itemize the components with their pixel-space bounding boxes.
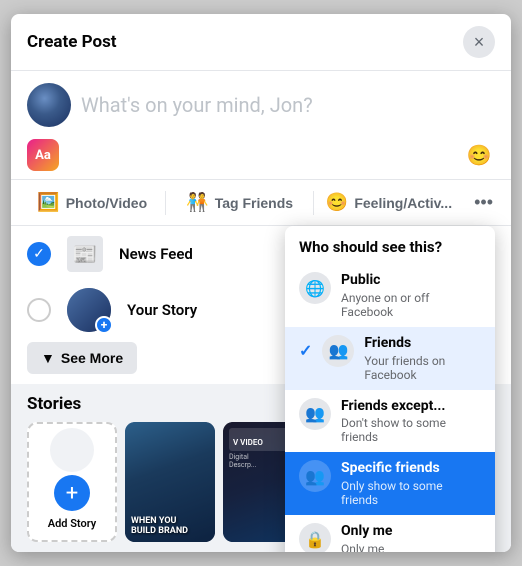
only-me-text: Only me Only me — [341, 523, 481, 552]
feeling-button[interactable]: 😊 Feeling/Activ... — [314, 184, 464, 221]
friends-text: Friends Your friends on Facebook — [364, 335, 481, 382]
specific-friends-text: Specific friends Only show to some frien… — [341, 460, 481, 507]
close-icon: × — [474, 32, 485, 53]
friends-except-subtitle: Don't show to some friends — [341, 416, 481, 444]
specific-friends-icon: 👥 — [299, 460, 331, 492]
friends-except-icon: 👥 — [299, 398, 331, 430]
public-text: Public Anyone on or off Facebook — [341, 272, 481, 319]
news-feed-label: News Feed — [119, 245, 193, 263]
emoji-icon: 😊 — [467, 143, 492, 167]
photo-label: Photo/Video — [66, 195, 147, 211]
photo-icon: 🖼️ — [37, 192, 59, 213]
news-feed-icon: 📰 — [67, 236, 103, 272]
friends-except-text: Friends except... Don't show to some fri… — [341, 398, 481, 445]
story-1-text: WHEN YOUBUILD BRAND — [131, 516, 188, 536]
story-avatar: + — [67, 288, 111, 332]
add-story-card[interactable]: + Add Story — [27, 422, 117, 542]
friends-icon-dp: 👥 — [322, 335, 354, 367]
only-me-title: Only me — [341, 523, 481, 540]
dropdown-item-only-me[interactable]: 🔒 Only me Only me — [285, 515, 495, 552]
app-icon-text: Aa — [35, 148, 51, 163]
feed-icon-symbol: 📰 — [73, 242, 98, 266]
post-input-area: What's on your mind, Jon? — [11, 71, 511, 139]
post-placeholder[interactable]: What's on your mind, Jon? — [81, 93, 495, 117]
photo-video-button[interactable]: 🖼️ Photo/Video — [19, 184, 165, 221]
dropdown-item-friends[interactable]: ✓ 👥 Friends Your friends on Facebook — [285, 327, 495, 390]
add-story-label: Add Story — [48, 517, 96, 530]
modal-title: Create Post — [27, 32, 117, 52]
news-feed-checkbox[interactable]: ✓ — [27, 242, 51, 266]
friends-checkmark-icon: ✓ — [299, 341, 312, 360]
only-me-icon: 🔒 — [299, 523, 331, 552]
toolbar-row: Aa 😊 — [11, 139, 511, 179]
public-subtitle: Anyone on or off Facebook — [341, 291, 481, 319]
see-more-chevron-icon: ▼ — [41, 350, 55, 366]
story-card-1[interactable]: WHEN YOUBUILD BRAND — [125, 422, 215, 542]
emoji-button[interactable]: 😊 — [463, 139, 495, 171]
user-avatar — [27, 83, 71, 127]
dropdown-item-friends-except[interactable]: 👥 Friends except... Don't show to some f… — [285, 390, 495, 453]
modal-header: Create Post × — [11, 14, 511, 71]
story-1-overlay: WHEN YOUBUILD BRAND — [131, 516, 188, 536]
audience-dropdown: Who should see this? 🌐 Public Anyone on … — [285, 226, 495, 552]
close-button[interactable]: × — [463, 26, 495, 58]
only-me-subtitle: Only me — [341, 542, 481, 552]
news-feed-row: ✓ 📰 News Feed 👥 Friends ▼ Who should see… — [11, 226, 511, 282]
public-icon: 🌐 — [299, 272, 331, 304]
checkmark-icon: ✓ — [33, 246, 45, 262]
story-radio[interactable] — [27, 298, 51, 322]
see-more-button[interactable]: ▼ See More — [27, 342, 137, 374]
tag-label: Tag Friends — [215, 195, 293, 211]
story-2-badge: V VIDEO — [233, 438, 263, 447]
more-icon: ••• — [474, 192, 493, 212]
public-title: Public — [341, 272, 481, 289]
audience-section: ✓ 📰 News Feed 👥 Friends ▼ Who should see… — [11, 226, 511, 384]
dropdown-header: Who should see this? — [285, 226, 495, 264]
specific-friends-subtitle: Only show to some friends — [341, 479, 481, 507]
friends-except-title: Friends except... — [341, 398, 481, 415]
friends-title: Friends — [364, 335, 481, 352]
story-plus-icon: + — [95, 316, 113, 334]
actions-row: 🖼️ Photo/Video 🧑‍🤝‍🧑 Tag Friends 😊 Feeli… — [11, 179, 511, 226]
friends-subtitle: Your friends on Facebook — [364, 354, 481, 382]
see-more-label: See More — [61, 350, 123, 366]
dropdown-item-specific-friends[interactable]: 👥 Specific friends Only show to some fri… — [285, 452, 495, 515]
specific-friends-title: Specific friends — [341, 460, 481, 477]
feeling-label: Feeling/Activ... — [354, 195, 452, 211]
create-post-modal: Create Post × What's on your mind, Jon? … — [11, 14, 511, 552]
tag-icon: 🧑‍🤝‍🧑 — [186, 192, 208, 213]
tag-friends-button[interactable]: 🧑‍🤝‍🧑 Tag Friends — [166, 184, 312, 221]
feeling-icon: 😊 — [326, 192, 348, 213]
more-button[interactable]: ••• — [464, 184, 503, 221]
your-story-label: Your Story — [127, 301, 197, 319]
dropdown-item-public[interactable]: 🌐 Public Anyone on or off Facebook — [285, 264, 495, 327]
add-story-icon: + — [54, 475, 90, 511]
app-icon: Aa — [27, 139, 59, 171]
